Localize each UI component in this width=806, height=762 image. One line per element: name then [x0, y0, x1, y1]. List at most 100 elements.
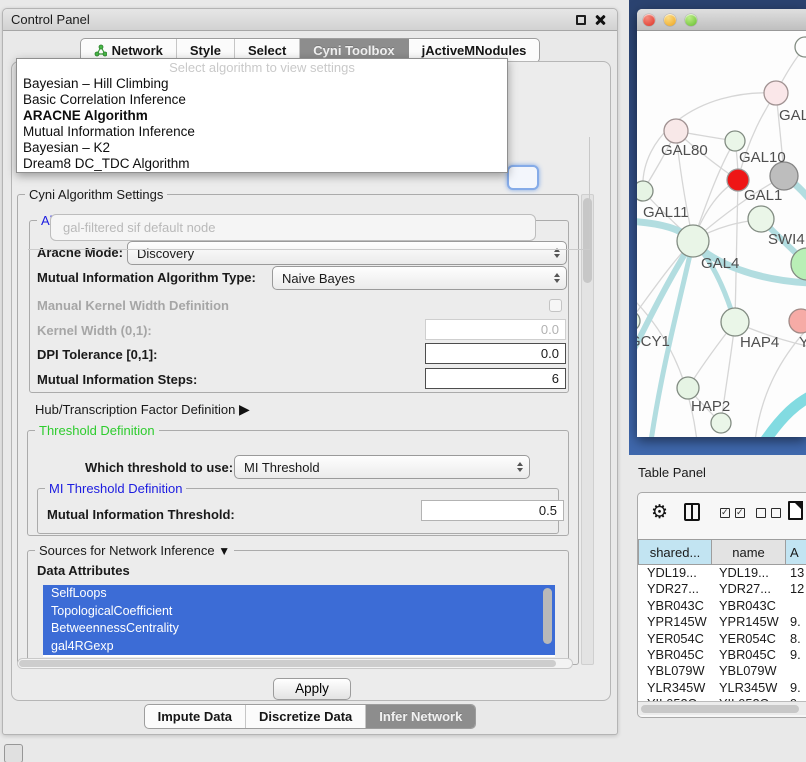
list-scrollbar-thumb[interactable] — [543, 588, 552, 644]
close-icon[interactable] — [594, 14, 606, 26]
column-header-partial[interactable]: A — [786, 539, 806, 565]
spinner-arrows-icon — [517, 462, 523, 472]
table-row[interactable]: YBR043CYBR043C — [638, 598, 806, 614]
control-panel-title: Control Panel — [11, 12, 90, 27]
network-window-titlebar[interactable] — [637, 9, 806, 31]
spinner-arrows-icon — [554, 273, 560, 283]
node-label: HAP2 — [691, 398, 730, 415]
table-row[interactable]: YPR145WYPR145W9. — [638, 614, 806, 630]
file-export-icon[interactable] — [788, 501, 803, 520]
node-label: Y — [799, 334, 806, 351]
node-label: GAL80 — [661, 142, 708, 159]
settings-horizontal-scrollbar[interactable] — [17, 658, 573, 669]
table-row[interactable]: YDL19...YDL19...13 — [638, 565, 806, 581]
network-graph[interactable]: GAL GAL80 GAL10 GAL11 GAL1 GAL4 SWI4 GCY… — [637, 31, 806, 437]
menu-item[interactable]: Basic Correlation Inference — [17, 92, 507, 108]
hub-section-label[interactable]: Hub/Transcription Factor Definition ▶ — [35, 401, 250, 418]
node-label: GAL10 — [739, 149, 786, 166]
apply-button[interactable]: Apply — [273, 678, 351, 700]
menu-item-highlighted[interactable]: ARACNE Algorithm — [17, 108, 507, 124]
table-panel-title: Table Panel — [638, 465, 706, 480]
column-header-name[interactable]: name — [712, 539, 786, 565]
cytoscape-desktop: GAL GAL80 GAL10 GAL11 GAL1 GAL4 SWI4 GCY… — [629, 0, 806, 455]
node-label: GAL1 — [744, 187, 782, 204]
node — [770, 162, 798, 190]
mi-steps-field[interactable]: 6 — [425, 368, 566, 389]
menu-item[interactable]: Bayesian – K2 — [17, 140, 507, 156]
table-panel-header: Table Panel — [629, 455, 806, 490]
node-table[interactable]: YDL19...YDL19...13 YDR27...YDR27...12 YB… — [638, 565, 806, 701]
data-attributes-list[interactable]: SelfLoops TopologicalCoefficient Between… — [43, 585, 555, 657]
select-columns-icon[interactable] — [735, 508, 745, 518]
screen: Control Panel Network Style — [0, 0, 806, 762]
node — [795, 37, 806, 57]
table-row[interactable]: YDR27...YDR27...12 — [638, 581, 806, 597]
settings-vertical-scrollbar[interactable] — [581, 194, 594, 665]
tab-discretize-data[interactable]: Discretize Data — [246, 705, 366, 728]
minimize-traffic-icon[interactable] — [664, 14, 676, 26]
node-label: GAL11 — [643, 204, 689, 221]
node — [711, 413, 731, 433]
cyni-algorithm-settings-title: Cyni Algorithm Settings — [25, 187, 167, 202]
network-icon — [94, 44, 107, 57]
docked-panel-icon[interactable] — [4, 744, 23, 762]
table-panel: shared... name A YDL19...YDL19...13 YDR2… — [637, 492, 806, 718]
select-columns-icon[interactable] — [720, 508, 730, 518]
float-window-icon[interactable] — [576, 15, 586, 25]
algorithm-combo-fragment[interactable] — [507, 165, 539, 190]
algorithm-dropdown-placeholder: Select algorithm to view settings — [17, 59, 507, 76]
mi-threshold-field[interactable]: 0.5 — [421, 500, 564, 521]
list-item[interactable]: TopologicalCoefficient — [43, 603, 555, 621]
column-view-icon[interactable] — [684, 503, 700, 521]
deselect-columns-icon[interactable] — [771, 508, 781, 518]
mi-algorithm-type-label: Mutual Information Algorithm Type: — [37, 270, 256, 285]
threshold-definition-title: Threshold Definition — [35, 423, 159, 438]
aracne-mode-combo[interactable]: Discovery — [127, 241, 567, 265]
manual-kernel-checkbox[interactable] — [549, 299, 562, 312]
manual-kernel-label: Manual Kernel Width Definition — [37, 298, 229, 313]
node — [764, 81, 788, 105]
menu-item[interactable]: Bayesian – Hill Climbing — [17, 76, 507, 92]
gear-icon[interactable] — [651, 501, 668, 524]
kernel-width-field[interactable]: 0.0 — [425, 319, 566, 340]
table-horizontal-scrollbar[interactable] — [638, 701, 806, 715]
node — [677, 377, 699, 399]
mi-algorithm-type-combo[interactable]: Naive Bayes — [272, 266, 567, 290]
close-traffic-icon[interactable] — [643, 14, 655, 26]
list-item[interactable]: SelfLoops — [43, 585, 555, 603]
expanded-arrow-icon[interactable]: ▼ — [218, 544, 230, 558]
algorithm-dropdown-list: Select algorithm to view settings Bayesi… — [16, 58, 508, 173]
menu-item[interactable]: Dream8 DC_TDC Algorithm — [17, 156, 507, 172]
table-row[interactable]: YLR345WYLR345W9. — [638, 680, 806, 696]
node — [637, 181, 653, 201]
which-threshold-combo[interactable]: MI Threshold — [234, 455, 530, 479]
mi-threshold-label: Mutual Information Threshold: — [47, 507, 235, 522]
tab-impute-data[interactable]: Impute Data — [145, 705, 246, 728]
node — [637, 311, 640, 331]
dpi-tolerance-field[interactable]: 0.0 — [425, 343, 566, 364]
table-row[interactable]: YBL079WYBL079W — [638, 663, 806, 679]
node — [721, 308, 749, 336]
which-threshold-label: Which threshold to use: — [85, 460, 233, 475]
settings-top-border — [28, 249, 590, 250]
node — [664, 119, 688, 143]
deselect-columns-icon[interactable] — [756, 508, 766, 518]
list-item[interactable]: BetweennessCentrality — [43, 620, 555, 638]
node-label: GAL4 — [701, 255, 739, 272]
list-item[interactable]: gal4RGexp — [43, 638, 555, 656]
node — [748, 206, 774, 232]
network-view-window[interactable]: GAL GAL80 GAL10 GAL11 GAL1 GAL4 SWI4 GCY… — [637, 9, 806, 437]
table-row[interactable]: YBR045CYBR045C9. — [638, 647, 806, 663]
sources-title: Sources for Network Inference — [39, 543, 215, 558]
mi-steps-label: Mutual Information Steps: — [37, 372, 197, 387]
node — [725, 131, 745, 151]
column-header-shared-name[interactable]: shared... — [638, 539, 712, 565]
node — [677, 225, 709, 257]
tab-infer-network[interactable]: Infer Network — [366, 705, 475, 728]
table-row[interactable]: YER054CYER054C8. — [638, 631, 806, 647]
node — [789, 309, 806, 333]
network-combo-background[interactable]: gal-filtered sif default node — [50, 214, 536, 241]
zoom-traffic-icon[interactable] — [685, 14, 697, 26]
menu-item[interactable]: Mutual Information Inference — [17, 124, 507, 140]
collapsed-arrow-icon[interactable]: ▶ — [239, 401, 250, 417]
